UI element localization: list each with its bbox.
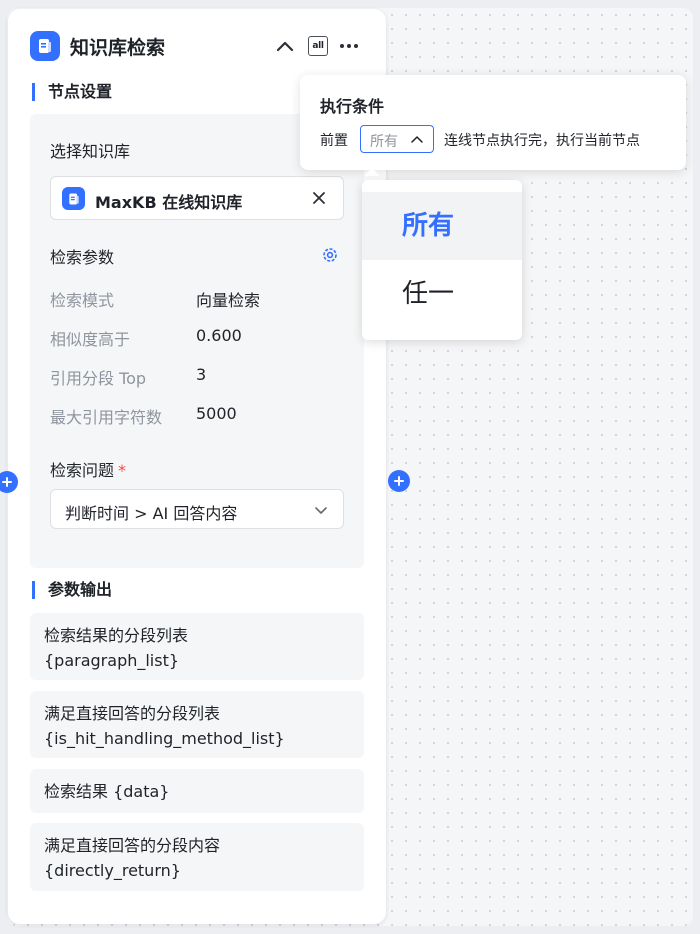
- more-button[interactable]: [338, 35, 360, 57]
- remove-knowledge-base-button[interactable]: [309, 188, 329, 208]
- more-dots-icon: [340, 44, 358, 48]
- chevron-up-icon: [276, 41, 294, 52]
- output-port[interactable]: [388, 470, 410, 492]
- output-item: 检索结果 {data}: [30, 769, 364, 813]
- output-item: 满足直接回答的分段内容 {directly_return}: [30, 823, 364, 891]
- chevron-up-icon: [411, 136, 423, 143]
- output-label: 检索结果的分段列表: [44, 626, 189, 645]
- settings-panel: 选择知识库 MaxKB 在线知识库 检索参数 检索模式 向量检索 相似度高于 0…: [30, 114, 364, 568]
- knowledge-base-label: 选择知识库: [50, 142, 131, 161]
- search-params-label: 检索参数: [50, 248, 115, 267]
- node-title: 知识库检索: [70, 37, 166, 59]
- param-value: 向量检索: [196, 291, 261, 310]
- output-var: {paragraph_list}: [44, 651, 180, 670]
- plus-icon: [394, 476, 404, 486]
- question-select[interactable]: 判断时间 > AI 回答内容: [50, 489, 344, 529]
- gear-icon[interactable]: [320, 245, 340, 265]
- knowledge-base-chip[interactable]: MaxKB 在线知识库: [50, 176, 344, 220]
- popover-title: 执行条件: [320, 97, 385, 116]
- condition-description: 连线节点执行完，执行当前节点: [444, 133, 640, 149]
- param-key: 引用分段 Top: [50, 369, 147, 388]
- question-label: 检索问题 *: [50, 457, 126, 481]
- output-var: {is_hit_handling_method_list}: [44, 729, 285, 748]
- dropdown-option-any[interactable]: 任一: [362, 260, 522, 328]
- output-section-title: 参数输出: [32, 581, 112, 599]
- dropdown-caret: [364, 168, 380, 176]
- output-label: 检索结果 {data}: [44, 782, 170, 801]
- output-item: 满足直接回答的分段列表 {is_hit_handling_method_list…: [30, 691, 364, 758]
- knowledge-base-icon: [62, 187, 85, 210]
- collapse-button[interactable]: [274, 35, 296, 57]
- param-value: 3: [196, 365, 207, 384]
- settings-section-title: 节点设置: [32, 83, 112, 101]
- question-label-text: 检索问题: [50, 461, 115, 480]
- required-mark: *: [118, 461, 127, 480]
- condition-select[interactable]: 所有: [360, 125, 434, 153]
- param-key: 检索模式: [50, 291, 115, 310]
- chevron-down-icon: [315, 507, 327, 514]
- dropdown-option-all[interactable]: 所有: [362, 192, 522, 260]
- param-key: 相似度高于: [50, 330, 131, 349]
- knowledge-base-name: MaxKB 在线知识库: [95, 193, 243, 212]
- condition-prefix: 前置: [320, 133, 348, 149]
- param-value: 5000: [196, 404, 237, 423]
- condition-select-value: 所有: [370, 134, 398, 150]
- execution-condition-popover: 执行条件 前置 所有 连线节点执行完，执行当前节点: [300, 75, 686, 170]
- param-key: 最大引用字符数: [50, 408, 163, 427]
- close-icon: [313, 192, 325, 204]
- plus-icon: [2, 477, 12, 487]
- output-label: 满足直接回答的分段内容: [44, 836, 221, 855]
- condition-dropdown: 所有 任一: [362, 180, 522, 340]
- knowledge-base-icon: [30, 31, 60, 61]
- question-select-value: 判断时间 > AI 回答内容: [65, 504, 238, 523]
- param-value: 0.600: [196, 326, 242, 345]
- all-toggle-button[interactable]: all: [308, 36, 328, 56]
- output-var: {directly_return}: [44, 861, 181, 880]
- output-item: 检索结果的分段列表 {paragraph_list}: [30, 613, 364, 680]
- node-header[interactable]: 知识库检索 all: [8, 9, 386, 81]
- output-label: 满足直接回答的分段列表: [44, 704, 221, 723]
